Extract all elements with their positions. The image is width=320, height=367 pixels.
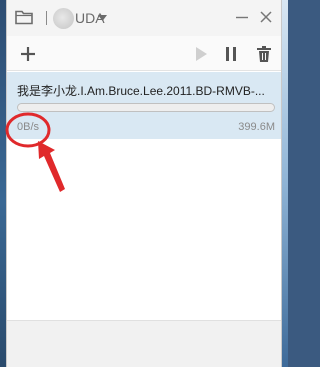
download-speed: 0B/s (17, 121, 40, 133)
pause-icon[interactable] (222, 45, 240, 63)
plus-icon[interactable] (19, 45, 37, 63)
progress-bar (17, 103, 275, 112)
folder-icon[interactable] (15, 9, 33, 25)
avatar[interactable] (53, 8, 74, 29)
close-icon[interactable] (258, 9, 274, 25)
status-bar (7, 320, 281, 367)
caret-down-icon[interactable] (98, 15, 107, 21)
task-file-name: 我是李小龙.I.Am.Bruce.Lee.2011.BD-RMVB-... (17, 84, 265, 98)
desktop-background-right (282, 0, 288, 367)
download-task-row[interactable]: 我是李小龙.I.Am.Bruce.Lee.2011.BD-RMVB-... 0B… (7, 72, 281, 139)
file-size: 399.6M (238, 121, 275, 133)
toolbar (7, 36, 281, 71)
title-bar: UDA (7, 0, 281, 36)
download-manager-window: UDA 我是李小龙.I.Am.Bruce.Lee.2011.BD-RMVB-..… (6, 0, 282, 367)
minimize-icon[interactable] (234, 9, 250, 25)
trash-icon[interactable] (255, 45, 273, 63)
play-icon[interactable] (192, 45, 210, 63)
title-separator (46, 11, 47, 25)
